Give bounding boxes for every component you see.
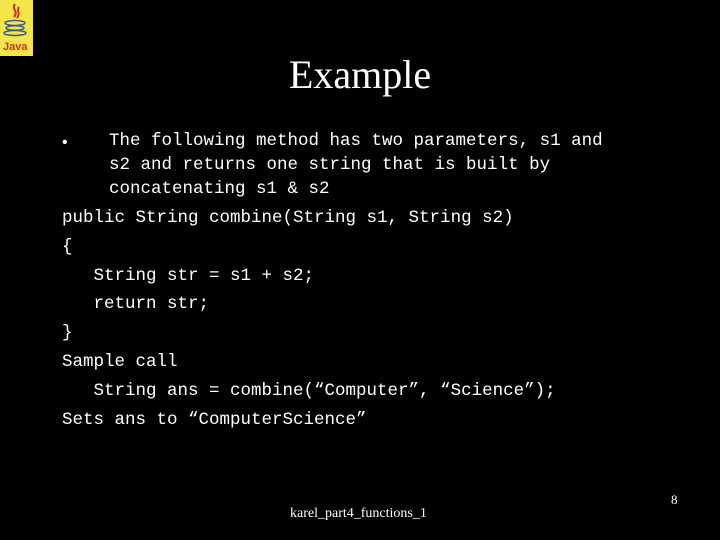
page-number: 8	[671, 492, 678, 507]
bullet-line-1: The following method has two parameters,…	[109, 131, 603, 151]
code-line-assign: String str = s1 + s2;	[62, 266, 315, 286]
code-line-close-brace: }	[62, 323, 73, 343]
code-line-open-brace: {	[62, 237, 73, 257]
footer-text: karel_part4_functions_1	[290, 506, 427, 521]
sample-call-label: Sample call	[62, 352, 178, 372]
sample-call-code: String ans = combine(“Computer”, “Scienc…	[62, 381, 556, 401]
bullet-icon: •	[62, 134, 68, 151]
bullet-line-3: concatenating s1 & s2	[109, 179, 330, 199]
slide-title: Example	[288, 52, 432, 97]
java-logo-icon: Java	[0, 0, 33, 56]
bullet-line-2: s2 and returns one string that is built …	[109, 155, 551, 175]
code-line-signature: public String combine(String s1, String …	[62, 208, 514, 228]
code-line-return: return str;	[62, 294, 210, 314]
result-description: Sets ans to “ComputerScience”	[62, 410, 367, 430]
